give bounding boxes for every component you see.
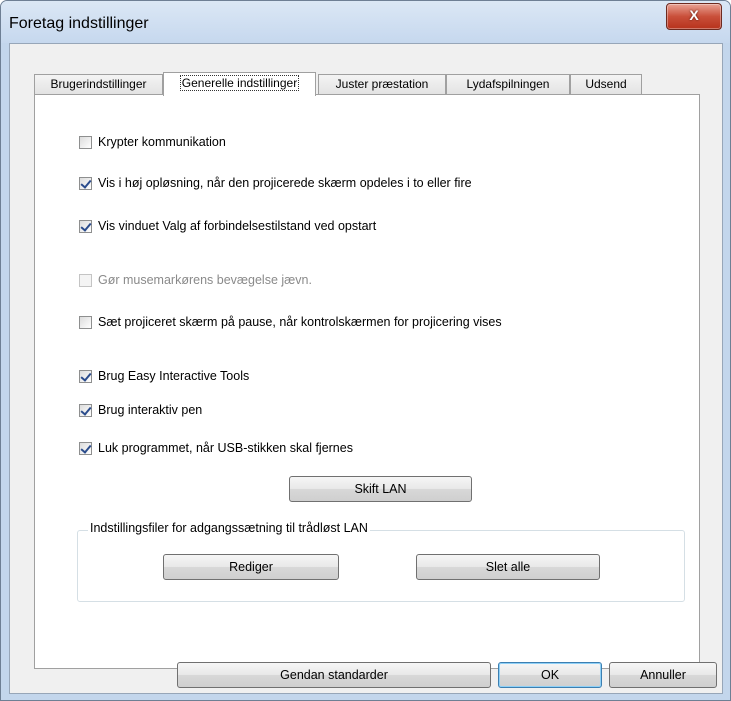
checkbox-checked[interactable] bbox=[79, 403, 92, 417]
tab-label: Udsend bbox=[585, 77, 627, 91]
tab-broadcast[interactable]: Udsend bbox=[570, 74, 642, 94]
connection-mode-window-option[interactable]: Vis vinduet Valg af forbindelsestilstand… bbox=[79, 217, 376, 235]
option-label: Luk programmet, når USB-stikken skal fje… bbox=[98, 441, 353, 455]
close-button[interactable]: X bbox=[666, 3, 722, 30]
tab-general-settings[interactable]: Generelle indstillinger bbox=[163, 72, 316, 96]
checkbox-checked[interactable] bbox=[79, 176, 92, 190]
interactive-pen-option[interactable]: Brug interaktiv pen bbox=[79, 401, 202, 419]
title-bar[interactable]: Foretag indstillinger X bbox=[1, 1, 730, 43]
checkbox-checked[interactable] bbox=[79, 369, 92, 383]
delete-all-button[interactable]: Slet alle bbox=[416, 554, 600, 580]
high-resolution-option[interactable]: Vis i høj opløsning, når den projicerede… bbox=[79, 174, 472, 192]
option-label: Vis vinduet Valg af forbindelsestilstand… bbox=[98, 219, 377, 233]
tab-label: Lydafspilningen bbox=[466, 77, 550, 91]
settings-dialog: Foretag indstillinger X Brugerindstillin… bbox=[0, 0, 731, 701]
tab-user-settings[interactable]: Brugerindstillinger bbox=[34, 74, 163, 94]
tab-label: Generelle indstillinger bbox=[179, 75, 300, 91]
pause-projected-screen-option[interactable]: Sæt projiceret skærm på pause, når kontr… bbox=[79, 313, 502, 331]
checkbox-unchecked[interactable] bbox=[79, 315, 92, 329]
tab-label: Juster præstation bbox=[335, 77, 429, 91]
easy-interactive-tools-option[interactable]: Brug Easy Interactive Tools bbox=[79, 367, 249, 385]
smooth-mouse-option: Gør musemarkørens bevægelse jævn. bbox=[79, 271, 312, 289]
option-label: Brug Easy Interactive Tools bbox=[98, 369, 250, 383]
option-label: Vis i høj opløsning, når den projicerede… bbox=[98, 176, 472, 190]
cancel-button[interactable]: Annuller bbox=[609, 662, 717, 688]
option-label: Sæt projiceret skærm på pause, når kontr… bbox=[98, 315, 502, 329]
option-label: Gør musemarkørens bevægelse jævn. bbox=[98, 273, 312, 287]
tab-adjust-performance[interactable]: Juster præstation bbox=[318, 74, 446, 94]
checkbox-unchecked[interactable] bbox=[79, 135, 92, 149]
ok-button[interactable]: OK bbox=[498, 662, 602, 688]
edit-button[interactable]: Rediger bbox=[163, 554, 339, 580]
option-label: Krypter kommunikation bbox=[98, 135, 226, 149]
switch-lan-button[interactable]: Skift LAN bbox=[289, 476, 472, 502]
close-icon: X bbox=[689, 7, 699, 23]
group-legend: Indstillingsfiler for adgangssætning til… bbox=[88, 521, 370, 535]
tab-audio-playback[interactable]: Lydafspilningen bbox=[446, 74, 570, 94]
restore-defaults-button[interactable]: Gendan standarder bbox=[177, 662, 491, 688]
checkbox-checked[interactable] bbox=[79, 219, 92, 233]
window-title: Foretag indstillinger bbox=[9, 15, 149, 32]
option-label: Brug interaktiv pen bbox=[98, 403, 203, 417]
checkbox-disabled bbox=[79, 273, 92, 287]
checkbox-checked[interactable] bbox=[79, 441, 92, 455]
tab-label: Brugerindstillinger bbox=[50, 77, 147, 91]
close-on-usb-option[interactable]: Luk programmet, når USB-stikken skal fje… bbox=[79, 439, 353, 457]
encrypt-communication-option[interactable]: Krypter kommunikation bbox=[79, 133, 226, 151]
